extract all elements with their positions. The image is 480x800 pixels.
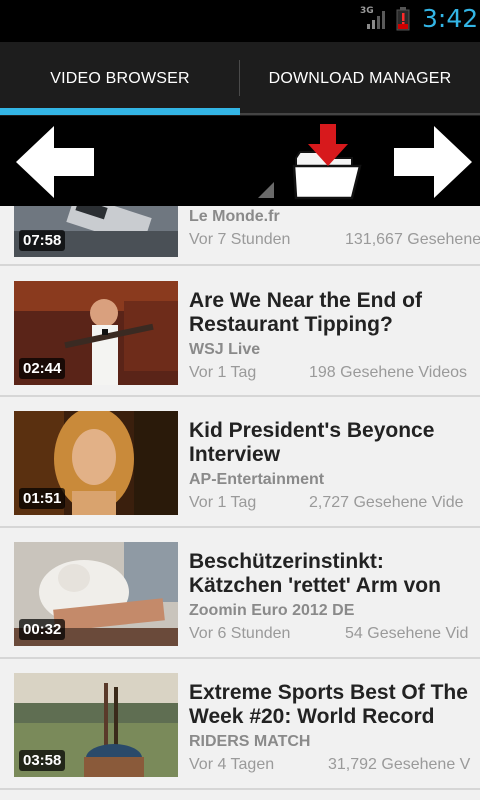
video-list: 07:58 Le Monde.fr Vor 7 Stunden 131,667 … bbox=[0, 206, 480, 800]
video-item[interactable]: 03:58 Extreme Sports Best Of The Week #2… bbox=[0, 659, 480, 790]
video-views: 2,727 Gesehene Vide bbox=[309, 494, 464, 511]
video-views: 31,792 Gesehene V bbox=[328, 756, 471, 773]
signal-icon bbox=[367, 11, 385, 29]
video-item[interactable]: 02:44 Are We Near the End of Restaurant … bbox=[0, 266, 480, 397]
video-title: Kid President's Beyonce Interview bbox=[189, 419, 435, 466]
tab-selected-indicator bbox=[0, 108, 240, 115]
video-views: 198 Gesehene Videos bbox=[309, 364, 468, 381]
video-item[interactable]: 00:32 Beschützerinstinkt: Kätzchen 'rett… bbox=[0, 528, 480, 659]
tab-bar: VIDEO BROWSER DOWNLOAD MANAGER bbox=[0, 42, 480, 116]
tab-video-browser[interactable]: VIDEO BROWSER bbox=[0, 42, 240, 116]
video-thumbnail: 00:32 bbox=[14, 542, 178, 646]
navigation-toolbar bbox=[0, 116, 480, 206]
download-folder-icon[interactable] bbox=[290, 122, 366, 202]
video-thumbnail: 02:44 bbox=[14, 281, 178, 385]
video-duration: 02:44 bbox=[19, 358, 66, 379]
video-title: Beschützerinstinkt: Kätzchen 'rettet' Ar… bbox=[189, 550, 441, 597]
video-channel: AP-Entertainment bbox=[189, 471, 325, 488]
video-views: 131,667 Gesehene bbox=[345, 231, 480, 248]
video-age: Vor 7 Stunden bbox=[189, 231, 291, 248]
spinner-corner-icon bbox=[258, 182, 274, 198]
video-item[interactable]: 07:58 Le Monde.fr Vor 7 Stunden 131,667 … bbox=[0, 206, 480, 266]
video-channel: Le Monde.fr bbox=[189, 208, 280, 225]
video-channel: WSJ Live bbox=[189, 341, 261, 358]
video-channel: RIDERS MATCH bbox=[189, 733, 311, 750]
video-thumbnail: 03:58 bbox=[14, 673, 178, 777]
tab-baseline bbox=[240, 113, 480, 115]
video-duration: 01:51 bbox=[19, 488, 66, 509]
video-duration: 07:58 bbox=[19, 230, 66, 251]
tab-download-manager[interactable]: DOWNLOAD MANAGER bbox=[240, 42, 480, 116]
video-views: 54 Gesehene Vid bbox=[345, 625, 469, 642]
video-age: Vor 1 Tag bbox=[189, 494, 257, 511]
video-duration: 00:32 bbox=[19, 619, 66, 640]
video-thumbnail: 07:58 bbox=[14, 206, 178, 257]
arrow-right-icon[interactable] bbox=[392, 124, 474, 200]
video-age: Vor 4 Tagen bbox=[189, 756, 275, 773]
video-item[interactable]: 01:51 Kid President's Beyonce Interview … bbox=[0, 397, 480, 528]
arrow-left-icon[interactable] bbox=[14, 124, 96, 200]
video-thumbnail: 01:51 bbox=[14, 411, 178, 515]
video-title: Extreme Sports Best Of The Week #20: Wor… bbox=[189, 681, 468, 728]
video-channel: Zoomin Euro 2012 DE bbox=[189, 602, 355, 619]
video-title: Are We Near the End of Restaurant Tippin… bbox=[189, 289, 422, 336]
status-bar: 3G 3:42 bbox=[0, 0, 480, 42]
video-duration: 03:58 bbox=[19, 750, 66, 771]
video-age: Vor 6 Stunden bbox=[189, 625, 291, 642]
video-age: Vor 1 Tag bbox=[189, 364, 257, 381]
clock: 3:42 bbox=[422, 4, 479, 33]
battery-low-icon bbox=[396, 7, 410, 31]
